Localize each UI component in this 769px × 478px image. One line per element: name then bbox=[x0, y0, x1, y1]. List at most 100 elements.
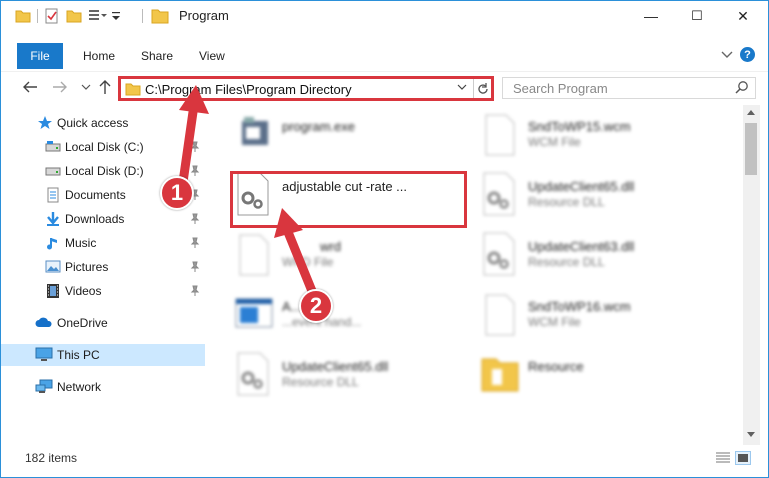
sidebar-item-downloads[interactable]: Downloads bbox=[1, 208, 205, 230]
sidebar-item-videos[interactable]: Videos bbox=[1, 280, 205, 302]
details-view-icon[interactable] bbox=[715, 451, 731, 465]
file-name: program.exe bbox=[282, 119, 355, 134]
file-name: UpdateClient65.dll bbox=[282, 359, 389, 374]
properties-icon[interactable] bbox=[44, 8, 60, 24]
pictures-icon bbox=[45, 259, 61, 275]
large-icons-view-icon[interactable] bbox=[735, 451, 751, 465]
tab-view[interactable]: View bbox=[199, 43, 225, 69]
music-icon bbox=[45, 235, 61, 251]
file-item[interactable]: A...exe ...event hand... bbox=[232, 291, 472, 339]
sidebar-item-label: Local Disk (C:) bbox=[65, 140, 144, 154]
file-name: Resource bbox=[528, 359, 584, 374]
sidebar-item-music[interactable]: Music bbox=[1, 232, 205, 254]
maximize-button[interactable]: ☐ bbox=[674, 1, 720, 31]
tab-file[interactable]: File bbox=[17, 43, 63, 69]
divider bbox=[142, 9, 143, 23]
sidebar-item-label: Videos bbox=[65, 284, 102, 298]
status-bar: 182 items bbox=[1, 445, 768, 477]
scroll-down-icon[interactable] bbox=[746, 431, 756, 441]
drive-icon bbox=[45, 140, 61, 156]
quick-access-toolbar bbox=[15, 7, 126, 25]
sidebar-item-label: Downloads bbox=[65, 212, 125, 226]
sidebar-item-local-disk-c[interactable]: Local Disk (C:) bbox=[1, 136, 205, 158]
tab-home[interactable]: Home bbox=[83, 43, 115, 69]
sidebar-item-label: Network bbox=[57, 380, 102, 394]
search-icon[interactable] bbox=[735, 80, 749, 97]
network-icon bbox=[35, 379, 53, 395]
pin-icon[interactable] bbox=[190, 141, 200, 153]
file-item[interactable]: program.exe bbox=[232, 111, 472, 159]
sidebar-item-label: This PC bbox=[57, 348, 100, 362]
title-bar: Program — ☐ ✕ bbox=[1, 1, 768, 31]
sidebar-item-this-pc[interactable]: This PC bbox=[1, 344, 205, 366]
search-box[interactable] bbox=[502, 77, 756, 99]
file-item[interactable]: Resource bbox=[478, 351, 718, 399]
file-type: Resource DLL bbox=[282, 375, 359, 389]
help-button[interactable]: ? bbox=[740, 47, 755, 62]
file-item[interactable]: UpdateClient63.dll Resource DLL bbox=[478, 231, 718, 279]
file-name: UpdateClient65.dll bbox=[528, 179, 635, 194]
address-path[interactable]: C:\Program Files\Program Directory bbox=[145, 82, 352, 97]
expand-ribbon-icon[interactable] bbox=[721, 48, 733, 63]
address-bar[interactable]: C:\Program Files\Program Directory bbox=[118, 76, 494, 101]
file-item[interactable]: SndToWP15.wcm WCM File bbox=[478, 111, 718, 159]
sidebar-item-pictures[interactable]: Pictures bbox=[1, 256, 205, 278]
tab-share[interactable]: Share bbox=[141, 43, 173, 69]
callout-1: 1 bbox=[160, 176, 194, 210]
chevron-down-icon[interactable] bbox=[457, 81, 467, 96]
item-count: 182 items bbox=[25, 451, 78, 465]
window-title: Program bbox=[179, 8, 229, 23]
dll-gear-icon bbox=[478, 231, 522, 277]
file-name: SndToWP15.wcm bbox=[528, 119, 631, 134]
file-list: program.exe SndToWP15.wcm WCM File adjus… bbox=[208, 105, 743, 445]
close-button[interactable]: ✕ bbox=[720, 1, 766, 31]
file-explorer-window: Program — ☐ ✕ File Home Share View ? C:\… bbox=[0, 0, 769, 478]
scroll-up-icon[interactable] bbox=[746, 108, 756, 118]
file-type: Resource DLL bbox=[528, 255, 605, 269]
forward-icon[interactable] bbox=[51, 78, 69, 96]
recent-locations-icon[interactable] bbox=[77, 78, 95, 96]
file-type: Resource DLL bbox=[528, 195, 605, 209]
chevron-down-icon[interactable] bbox=[110, 8, 126, 24]
back-icon[interactable] bbox=[21, 78, 39, 96]
dll-gear-icon bbox=[478, 171, 522, 217]
file-type: WRD File bbox=[282, 255, 334, 269]
file-item[interactable]: UpdateClient65.dll Resource DLL bbox=[478, 171, 718, 219]
refresh-icon[interactable] bbox=[473, 79, 491, 98]
sidebar-item-label: OneDrive bbox=[57, 316, 108, 330]
minimize-button[interactable]: — bbox=[628, 1, 674, 31]
blank-file-icon bbox=[478, 291, 522, 337]
ribbon-tabs: File Home Share View ? bbox=[1, 43, 768, 69]
pin-icon[interactable] bbox=[190, 237, 200, 249]
file-name: SndToWP16.wcm bbox=[528, 299, 631, 314]
folder-icon bbox=[478, 351, 522, 397]
pin-icon[interactable] bbox=[190, 165, 200, 177]
file-item[interactable]: SndToWP16.wcm WCM File bbox=[478, 291, 718, 339]
new-folder-icon[interactable] bbox=[66, 8, 82, 24]
up-icon[interactable] bbox=[96, 78, 114, 96]
sidebar-item-onedrive[interactable]: OneDrive bbox=[1, 312, 205, 334]
navigation-bar: C:\Program Files\Program Directory bbox=[1, 71, 768, 103]
file-item[interactable]: wrd WRD File bbox=[232, 231, 472, 279]
sidebar-item-network[interactable]: Network bbox=[1, 376, 205, 398]
vertical-scrollbar[interactable] bbox=[743, 105, 760, 445]
app-window-icon bbox=[232, 291, 276, 337]
folder-icon[interactable] bbox=[15, 8, 31, 24]
exe-icon bbox=[232, 111, 276, 157]
scroll-thumb[interactable] bbox=[745, 123, 757, 175]
pin-icon[interactable] bbox=[190, 285, 200, 297]
customize-toolbar-icon[interactable] bbox=[88, 8, 107, 24]
callout-2: 2 bbox=[299, 289, 333, 323]
pin-icon[interactable] bbox=[190, 261, 200, 273]
divider bbox=[37, 9, 38, 23]
dll-gear-icon bbox=[232, 351, 276, 397]
folder-icon bbox=[151, 7, 169, 28]
sidebar-item-quick-access[interactable]: Quick access bbox=[1, 112, 205, 134]
pin-icon[interactable] bbox=[190, 213, 200, 225]
file-item[interactable]: UpdateClient65.dll Resource DLL bbox=[232, 351, 472, 399]
sidebar-item-label: Local Disk (D:) bbox=[65, 164, 144, 178]
highlight-box bbox=[230, 171, 467, 228]
drive-icon bbox=[45, 164, 61, 180]
videos-icon bbox=[45, 283, 61, 299]
search-input[interactable] bbox=[503, 78, 727, 98]
